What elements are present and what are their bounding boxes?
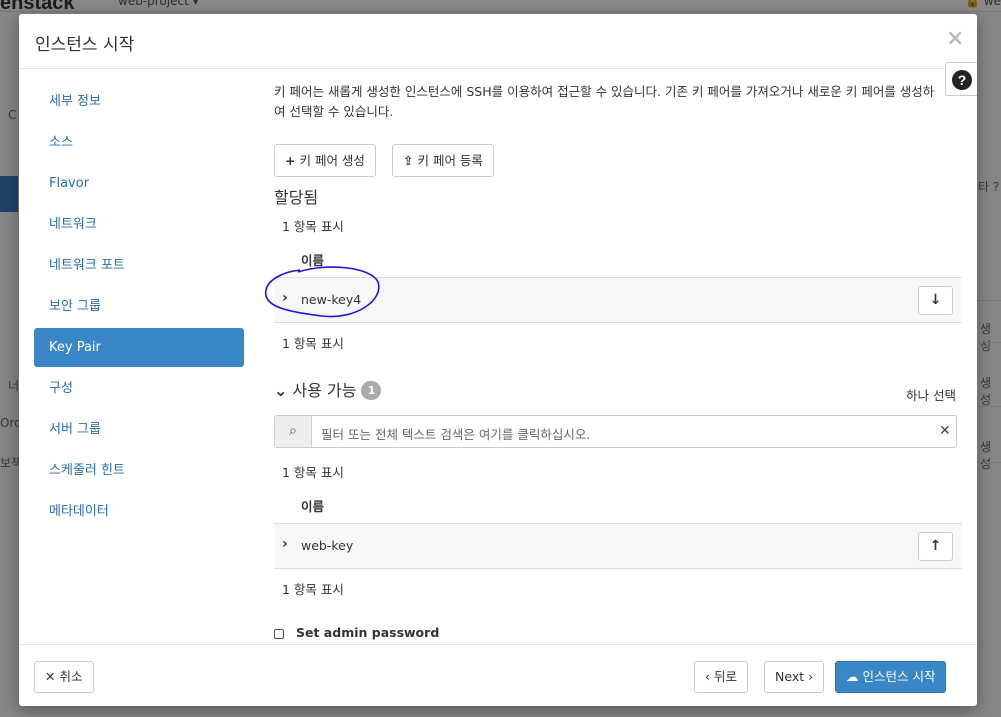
chevron-right-icon[interactable]: › (282, 536, 288, 552)
allocate-arrow-up-button[interactable]: ↑ (918, 532, 953, 561)
modal-title: 인스턴스 시작 (35, 35, 135, 55)
table-row[interactable]: › web-key ↑ (274, 523, 962, 569)
sidebar-item-configuration[interactable]: 구성 (34, 369, 244, 408)
close-icon: ✕ (45, 669, 56, 684)
back-button[interactable]: ‹ 뒤로 (694, 661, 748, 693)
sidebar-item-server-groups[interactable]: 서버 그룹 (34, 410, 244, 449)
create-key-pair-label: 키 페어 생성 (299, 153, 365, 168)
key-pair-panel: 키 페어는 새롭게 생성한 인스턴스에 SSH를 이용하여 접근할 수 있습니다… (274, 70, 962, 646)
search-input[interactable]: 필터 또는 전체 텍스트 검색은 여기를 클릭하십시오. (321, 424, 590, 443)
sidebar-item-key-pair[interactable]: Key Pair (34, 328, 244, 367)
sidebar-item-network-ports[interactable]: 네트워크 포트 (34, 246, 244, 285)
sidebar-item-details[interactable]: 세부 정보 (34, 82, 244, 121)
sidebar-item-scheduler-hints[interactable]: 스케줄러 힌트 (34, 451, 244, 490)
available-heading[interactable]: ⌄ 사용 가능 1 (274, 377, 382, 401)
filter-search-bar[interactable]: ⌕ 필터 또는 전체 텍스트 검색은 여기를 클릭하십시오. ✕ (274, 415, 957, 448)
admin-password-label: Set admin password (296, 625, 440, 640)
chevron-right-icon[interactable]: › (282, 290, 288, 306)
intro-text: 키 페어는 새롭게 생성한 인스턴스에 SSH를 이용하여 접근할 수 있습니다… (274, 84, 935, 119)
search-icon: ⌕ (275, 416, 312, 447)
sidebar-item-network[interactable]: 네트워크 (34, 205, 244, 244)
key-pair-name: web-key (301, 538, 354, 553)
cancel-label: 취소 (59, 669, 83, 684)
key-pair-name: new-key4 (301, 292, 362, 307)
available-count-top: 1 항목 표시 (282, 465, 344, 480)
clear-icon[interactable]: ✕ (939, 423, 951, 439)
select-one-label: 하나 선택 (906, 388, 956, 403)
plus-icon: + (285, 153, 296, 168)
available-heading-label: 사용 가능 (292, 381, 357, 400)
table-row[interactable]: › new-key4 ↓ (274, 277, 962, 323)
launch-instance-label: 인스턴스 시작 (862, 669, 936, 684)
sidebar-item-metadata[interactable]: 메타데이터 (34, 492, 244, 531)
allocated-column-name: 이름 (301, 253, 325, 268)
launch-instance-button[interactable]: ☁ 인스턴스 시작 (835, 661, 947, 693)
import-key-pair-button[interactable]: ⇪ 키 페어 등록 (392, 144, 494, 177)
deallocate-arrow-down-button[interactable]: ↓ (918, 286, 953, 315)
available-count-badge: 1 (361, 381, 382, 400)
upload-icon: ⇪ (403, 153, 414, 168)
close-icon[interactable]: × (946, 26, 964, 51)
create-key-pair-button[interactable]: + 키 페어 생성 (274, 144, 376, 177)
sidebar-item-security-groups[interactable]: 보안 그룹 (34, 287, 244, 326)
launch-instance-modal: 인스턴스 시작 × ? 세부 정보 소스 Flavor 네트워크 네트워크 포트… (19, 14, 977, 706)
sidebar-item-flavor[interactable]: Flavor (34, 164, 244, 203)
allocated-count-top: 1 항목 표시 (282, 219, 344, 234)
sidebar-item-source[interactable]: 소스 (34, 123, 244, 162)
next-button[interactable]: Next › (764, 661, 825, 693)
wizard-sidebar: 세부 정보 소스 Flavor 네트워크 네트워크 포트 보안 그룹 Key P… (34, 82, 244, 533)
available-column-name: 이름 (301, 499, 325, 514)
cloud-upload-icon: ☁ (846, 669, 859, 684)
import-key-pair-label: 키 페어 등록 (417, 153, 483, 168)
admin-password-checkbox[interactable] (274, 629, 284, 639)
allocated-count-bottom: 1 항목 표시 (282, 336, 344, 351)
available-count-bottom: 1 항목 표시 (282, 582, 344, 597)
cancel-button[interactable]: ✕ 취소 (34, 661, 94, 693)
modal-footer: ✕ 취소 ‹ 뒤로 Next › ☁ 인스턴스 시작 (19, 644, 977, 706)
chevron-down-icon: ⌄ (274, 381, 288, 400)
allocated-heading: 할당됨 (274, 188, 319, 207)
modal-header: 인스턴스 시작 × (19, 14, 977, 69)
